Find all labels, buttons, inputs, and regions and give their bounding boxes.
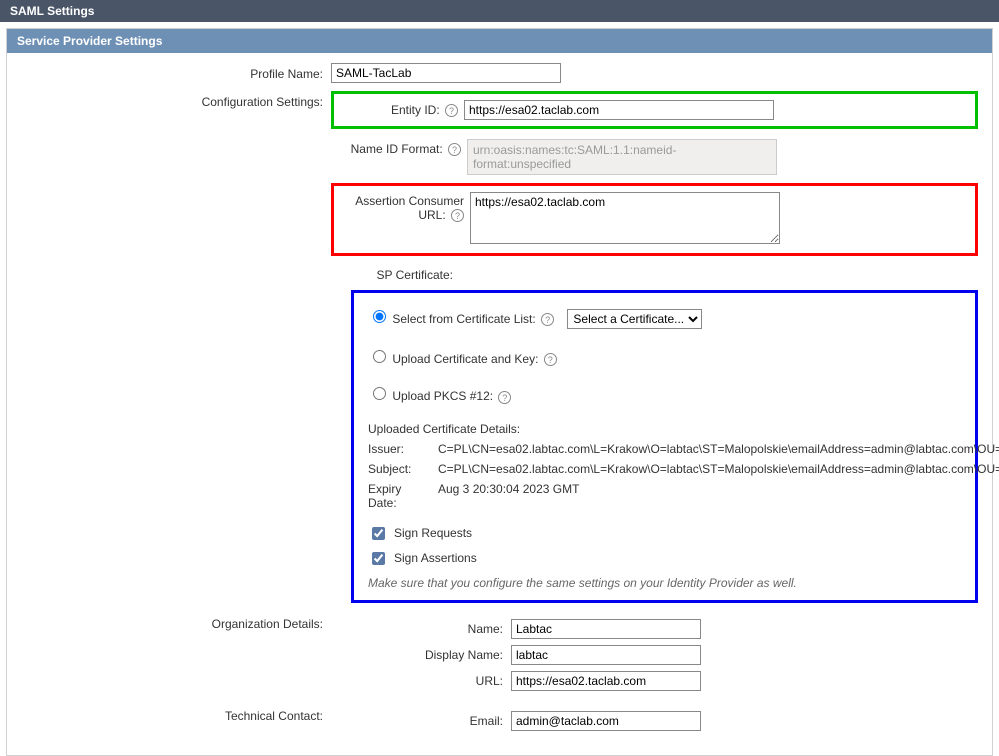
- org-details-label: Organization Details:: [21, 613, 331, 631]
- name-id-format-label: Name ID Format:: [351, 142, 443, 156]
- profile-name-label: Profile Name:: [21, 63, 331, 81]
- profile-name-row: Profile Name:: [21, 63, 978, 83]
- cert-option-pkcs: Upload PKCS #12: ?: [368, 384, 961, 403]
- config-settings-row: Configuration Settings: Entity ID: ?: [21, 91, 978, 256]
- sign-note: Make sure that you configure the same se…: [368, 576, 961, 590]
- config-settings-label: Configuration Settings:: [21, 91, 331, 109]
- sign-assertions-checkbox[interactable]: [372, 552, 385, 565]
- cert-option-select-list: Select from Certificate List: ? Select a…: [368, 307, 961, 329]
- cert-expiry-label: Expiry Date:: [368, 482, 428, 510]
- page-title-bar: SAML Settings: [0, 0, 999, 22]
- cert-radio-pkcs[interactable]: [373, 387, 386, 400]
- cert-subject-label: Subject:: [368, 462, 428, 476]
- org-display-input[interactable]: [511, 645, 701, 665]
- entity-id-box: Entity ID: ?: [331, 91, 978, 129]
- help-icon[interactable]: ?: [448, 143, 461, 156]
- help-icon[interactable]: ?: [541, 313, 554, 326]
- sign-requests-row: Sign Requests: [368, 524, 961, 543]
- help-icon[interactable]: ?: [445, 104, 458, 117]
- sign-requests-label: Sign Requests: [394, 526, 472, 540]
- org-url-row: URL:: [331, 671, 978, 691]
- cert-radio-select-list[interactable]: [373, 310, 386, 323]
- sp-certificate-label: SP Certificate:: [21, 264, 461, 282]
- tech-contact-label: Technical Contact:: [21, 705, 331, 723]
- settings-panel: Service Provider Settings Profile Name: …: [6, 28, 993, 756]
- help-icon[interactable]: ?: [498, 391, 511, 404]
- sign-assertions-label: Sign Assertions: [394, 551, 477, 565]
- cert-details-title: Uploaded Certificate Details:: [368, 422, 961, 436]
- name-id-format-value: urn:oasis:names:tc:SAML:1.1:nameid-forma…: [467, 139, 777, 175]
- section-title: Service Provider Settings: [17, 34, 162, 48]
- org-details-row: Organization Details: Name: Display Name…: [21, 613, 978, 697]
- entity-id-label: Entity ID:: [391, 103, 440, 117]
- org-display-row: Display Name:: [331, 645, 978, 665]
- cert-subject-value: C=PL\CN=esa02.labtac.com\L=Krakow\O=labt…: [438, 462, 999, 476]
- org-name-input[interactable]: [511, 619, 701, 639]
- cert-detail-table: Issuer: C=PL\CN=esa02.labtac.com\L=Krako…: [368, 442, 888, 510]
- sp-certificate-box: Select from Certificate List: ? Select a…: [351, 290, 978, 603]
- cert-radio-upload[interactable]: [373, 350, 386, 363]
- cert-opt-label-upload: Upload Certificate and Key:: [392, 352, 538, 366]
- org-url-input[interactable]: [511, 671, 701, 691]
- sp-certificate-row: SP Certificate:: [21, 264, 978, 282]
- contact-email-input[interactable]: [511, 711, 701, 731]
- sign-requests-checkbox[interactable]: [372, 527, 385, 540]
- cert-opt-label-select: Select from Certificate List:: [392, 312, 535, 326]
- help-icon[interactable]: ?: [451, 209, 464, 222]
- page-title: SAML Settings: [10, 4, 94, 18]
- profile-name-input[interactable]: [331, 63, 561, 83]
- acs-url-label: Assertion Consumer URL:: [355, 194, 464, 222]
- form-area: Profile Name: Configuration Settings: En…: [7, 53, 992, 755]
- contact-email-row: Email:: [331, 711, 978, 731]
- cert-select-dropdown[interactable]: Select a Certificate...: [567, 309, 702, 329]
- entity-id-input[interactable]: [464, 100, 774, 120]
- org-name-label: Name:: [331, 619, 511, 636]
- acs-url-input[interactable]: [470, 192, 780, 244]
- section-header: Service Provider Settings: [7, 29, 992, 53]
- org-url-label: URL:: [331, 671, 511, 688]
- tech-contact-row: Technical Contact: Email:: [21, 705, 978, 737]
- cert-option-upload: Upload Certificate and Key: ?: [368, 347, 961, 366]
- cert-issuer-value: C=PL\CN=esa02.labtac.com\L=Krakow\O=labt…: [438, 442, 999, 456]
- cert-opt-label-pkcs: Upload PKCS #12:: [392, 389, 493, 403]
- org-name-row: Name:: [331, 619, 978, 639]
- sign-assertions-row: Sign Assertions: [368, 549, 961, 568]
- acs-url-box: Assertion Consumer URL: ?: [331, 183, 978, 256]
- cert-issuer-label: Issuer:: [368, 442, 428, 456]
- help-icon[interactable]: ?: [544, 353, 557, 366]
- contact-email-label: Email:: [331, 711, 511, 728]
- org-display-label: Display Name:: [331, 645, 511, 662]
- cert-expiry-value: Aug 3 20:30:04 2023 GMT: [438, 482, 999, 510]
